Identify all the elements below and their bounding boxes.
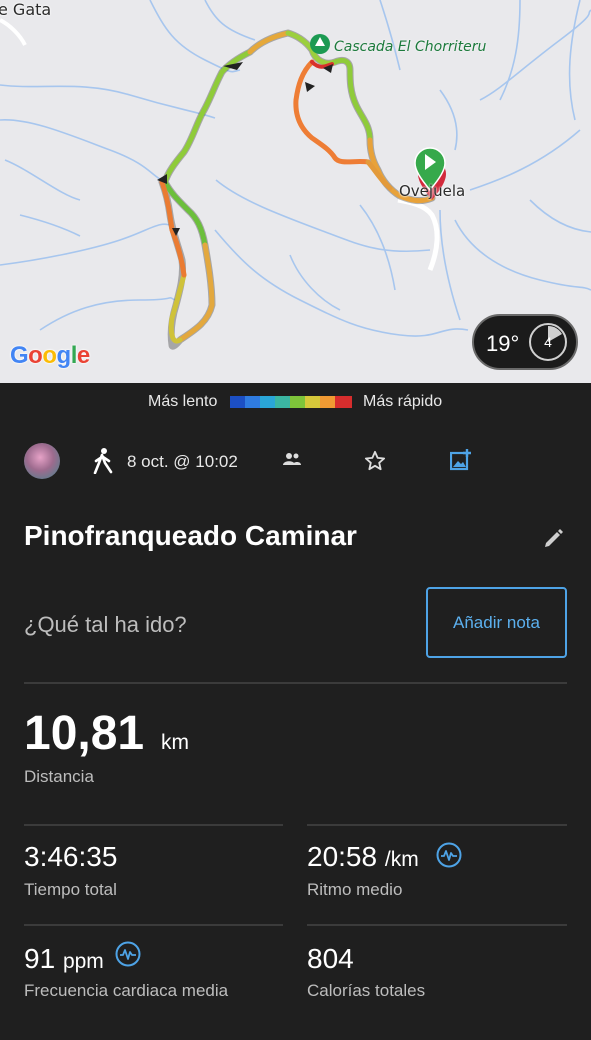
avatar[interactable] (24, 443, 60, 479)
legend-fast-label: Más rápido (363, 393, 443, 410)
map-road-2 (0, 18, 27, 46)
avg-pace-label: Ritmo medio (307, 880, 403, 899)
activity-date: 8 oct. @ 10:02 (127, 452, 238, 471)
walk-icon (93, 448, 113, 474)
legend-color-bar (230, 396, 352, 408)
edit-pencil-icon[interactable] (544, 528, 564, 548)
route-map[interactable]: e Gata Cascada El Chorriteru Ovejuela Go… (0, 0, 591, 383)
distance-label: Distancia (24, 767, 94, 786)
legend-slow-label: Más lento (148, 393, 218, 410)
distance-value: 10,81 (24, 707, 145, 760)
divider (24, 824, 283, 826)
star-icon[interactable] (364, 450, 386, 471)
total-time-label: Tiempo total (24, 880, 117, 899)
avg-hr: 91 ppm (24, 943, 104, 975)
map-road (397, 197, 440, 271)
avg-hr-unit: ppm (62, 950, 104, 973)
activity-title: Pinofranqueado Caminar (24, 520, 357, 551)
google-logo: Google (10, 342, 90, 369)
map-streams (0, 0, 591, 337)
temperature-value: 19° (486, 331, 520, 356)
divider (24, 682, 567, 684)
pace-legend: Más lento Más rápido (0, 393, 591, 413)
avg-pace: 20:58 /km (307, 841, 419, 873)
people-icon[interactable] (283, 452, 301, 466)
add-photo-icon[interactable] (450, 449, 472, 471)
calories-label: Calorías totales (307, 981, 426, 1000)
divider (24, 924, 283, 926)
wind-icon: 4 (529, 323, 567, 361)
pace-chart-icon[interactable] (436, 842, 462, 868)
waterfall-poi-icon[interactable] (310, 34, 330, 54)
avg-pace-unit: /km (384, 848, 419, 871)
avg-pace-value: 20:58 (307, 841, 378, 872)
map-place-label: e Gata (0, 0, 52, 19)
distance-unit: km (161, 731, 189, 754)
town-label: Ovejuela (399, 182, 466, 200)
divider (307, 924, 567, 926)
poi-label: Cascada El Chorriteru (334, 39, 487, 55)
feedback-prompt[interactable]: ¿Qué tal ha ido? (24, 612, 187, 638)
total-time-value: 3:46:35 (24, 841, 118, 872)
wind-value: 4 (544, 334, 552, 350)
weather-badge[interactable]: 19° 4 (472, 314, 578, 370)
heart-rate-chart-icon[interactable] (115, 941, 141, 967)
add-note-button[interactable]: Añadir nota (426, 587, 567, 658)
divider (307, 824, 567, 826)
calories-value: 804 (307, 943, 354, 974)
avg-hr-label: Frecuencia cardiaca media (24, 981, 229, 1000)
avg-hr-value: 91 (24, 943, 56, 974)
